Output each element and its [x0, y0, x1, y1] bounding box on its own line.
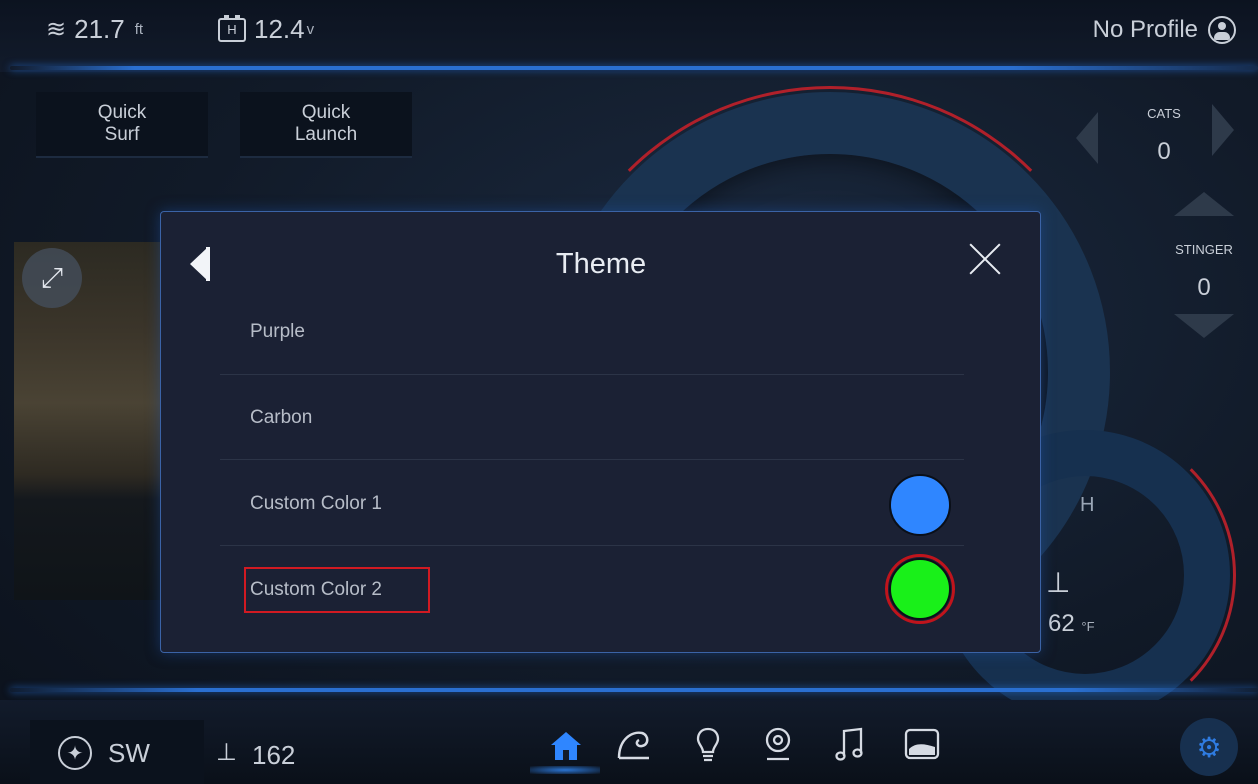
battery-icon: H: [218, 14, 246, 42]
stinger-up-arrow[interactable]: [1174, 192, 1234, 216]
close-icon[interactable]: [966, 240, 1004, 278]
boat-hull-icon[interactable]: [900, 722, 944, 766]
theme-option-purple[interactable]: Purple: [250, 321, 305, 343]
music-note-icon[interactable]: [828, 722, 872, 766]
divider: [220, 545, 964, 546]
quick-launch-button[interactable]: Quick Launch: [240, 92, 412, 158]
user-circle-icon: [1208, 16, 1236, 44]
cats-decrease-arrow[interactable]: [1076, 112, 1098, 164]
stinger-value: 0: [1197, 274, 1211, 301]
home-icon[interactable]: [538, 716, 594, 776]
depth-gauge-icon: ⊥: [216, 739, 237, 766]
stinger-label: STINGER: [1175, 242, 1233, 257]
theme-option-custom-color-1[interactable]: Custom Color 1: [250, 493, 382, 515]
battery-unit: v: [306, 21, 315, 38]
divider: [220, 459, 964, 460]
location-pin-icon[interactable]: [756, 722, 800, 766]
water-temp-readout: 62 °F: [1048, 610, 1095, 638]
battery-value: 12.4: [254, 14, 305, 44]
cats-label: CATS: [1147, 106, 1181, 121]
depth-bottom-value: 162: [252, 740, 296, 770]
stinger-down-arrow[interactable]: [1174, 314, 1234, 338]
custom-color-1-swatch[interactable]: [889, 474, 951, 536]
selection-highlight: [244, 567, 430, 613]
divider: [220, 374, 964, 375]
gauge-hot-label: H: [1080, 494, 1095, 516]
water-temp-unit: °F: [1081, 619, 1095, 634]
compass-icon: ✦: [58, 736, 92, 770]
depth-unit: ft: [134, 21, 144, 38]
profile-button[interactable]: No Profile: [1093, 16, 1236, 44]
depth-value: 21.7: [74, 14, 125, 44]
theme-option-carbon[interactable]: Carbon: [250, 407, 312, 429]
gear-icon[interactable]: ⚙: [1180, 718, 1238, 776]
expand-icon[interactable]: ⤢: [22, 248, 82, 308]
cats-value: 0: [1157, 138, 1171, 165]
depth-readout: ≋ 21.7 ft: [46, 14, 143, 45]
lightbulb-icon[interactable]: [686, 722, 730, 766]
top-status-bar: [0, 0, 1258, 72]
dialog-title: Theme: [555, 248, 647, 280]
back-arrow-icon[interactable]: [190, 247, 214, 285]
quick-surf-button[interactable]: Quick Surf: [36, 92, 208, 158]
water-temp-value: 62: [1048, 610, 1075, 637]
profile-label: No Profile: [1092, 16, 1198, 43]
top-accent-line: [10, 66, 1258, 70]
battery-readout: H 12.4 v: [218, 14, 314, 45]
custom-color-2-swatch[interactable]: [889, 558, 951, 620]
wave-icon[interactable]: [612, 722, 656, 766]
heading-value: SW: [108, 738, 150, 768]
depth-waves-icon: ≋: [46, 16, 67, 43]
water-temp-icon: ⊥: [1046, 567, 1071, 598]
bottom-accent-line: [10, 688, 1258, 692]
cats-increase-arrow[interactable]: [1212, 104, 1234, 156]
